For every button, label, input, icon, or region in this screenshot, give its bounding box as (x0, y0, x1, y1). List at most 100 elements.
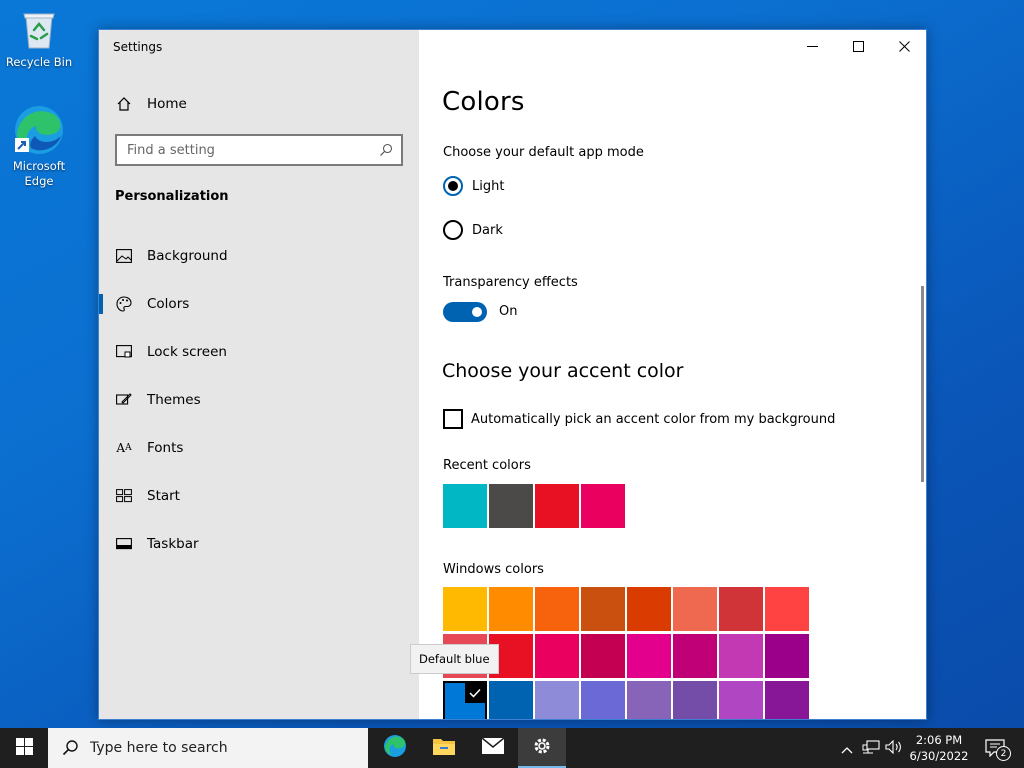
checkmark-icon (465, 683, 485, 703)
section-heading: Personalization (115, 189, 229, 204)
sidebar-item-label: Home (147, 96, 187, 112)
clock-time: 2:06 PM (915, 733, 963, 747)
windows-color-swatch[interactable] (489, 587, 533, 631)
sidebar-item-fonts[interactable]: AA Fonts (99, 428, 419, 468)
search-icon[interactable] (379, 143, 393, 157)
recent-color-swatch[interactable] (489, 484, 533, 528)
themes-icon (115, 391, 133, 409)
sidebar-item-start[interactable]: Start (99, 476, 419, 516)
transparency-toggle[interactable] (443, 302, 487, 322)
windows-logo-icon (15, 737, 33, 759)
tray-network-button[interactable] (860, 728, 882, 768)
scrollbar-thumb[interactable] (921, 286, 924, 482)
find-setting-search[interactable] (115, 134, 403, 166)
sidebar-item-label: Start (147, 488, 180, 504)
sidebar-item-label: Colors (147, 296, 190, 312)
chevron-up-icon (841, 739, 853, 758)
edge-icon (13, 104, 65, 156)
checkbox-label: Automatically pick an accent color from … (471, 411, 836, 427)
taskbar-search-input[interactable] (90, 740, 340, 756)
windows-color-swatch[interactable] (489, 681, 533, 719)
windows-color-swatch[interactable] (627, 681, 671, 719)
mail-icon (481, 737, 505, 759)
windows-color-swatch[interactable] (673, 681, 717, 719)
desktop-icon-label: Microsoft Edge (12, 159, 66, 188)
color-tooltip: Default blue (410, 644, 499, 674)
edge-icon (383, 734, 407, 762)
notification-center-button[interactable]: 2 (980, 728, 1011, 768)
accent-heading: Choose your accent color (442, 360, 684, 382)
taskbar-icon (115, 535, 133, 553)
window-title: Settings (113, 40, 163, 54)
app-mode-label: Choose your default app mode (443, 145, 644, 160)
radio-light-circle[interactable] (443, 176, 463, 196)
recent-color-swatch[interactable] (581, 484, 625, 528)
windows-color-swatch[interactable] (765, 634, 809, 678)
clock-date: 6/30/2022 (909, 749, 969, 763)
palette-icon (115, 295, 133, 313)
settings-window: Settings Home Personalization Background (98, 29, 927, 720)
fonts-icon: AA (116, 441, 132, 455)
taskbar-search[interactable] (48, 728, 368, 768)
sidebar-item-home[interactable]: Home (99, 84, 419, 124)
sidebar-item-label: Taskbar (147, 536, 199, 552)
recycle-bin-icon (17, 8, 61, 52)
desktop-icon-recycle-bin[interactable]: Recycle Bin (1, 8, 77, 70)
windows-color-swatch[interactable] (719, 681, 763, 719)
windows-color-swatch[interactable] (719, 587, 763, 631)
windows-color-swatch[interactable] (581, 681, 625, 719)
radio-dark-circle[interactable] (443, 220, 463, 240)
taskbar-app-settings[interactable] (518, 728, 566, 768)
taskbar-app-file-explorer[interactable] (420, 728, 468, 768)
taskbar-app-mail[interactable] (469, 728, 517, 768)
sidebar: Settings Home Personalization Background (99, 30, 419, 719)
desktop-icon-label: Recycle Bin (5, 55, 73, 69)
checkbox-box[interactable] (443, 409, 463, 429)
windows-color-swatch[interactable] (627, 634, 671, 678)
sidebar-item-colors[interactable]: Colors (99, 284, 419, 324)
content-pane: Colors Choose your default app mode Ligh… (419, 30, 926, 719)
windows-color-swatch[interactable] (581, 634, 625, 678)
windows-color-swatch[interactable] (765, 681, 809, 719)
start-button[interactable] (0, 728, 48, 768)
windows-color-swatch[interactable] (535, 587, 579, 631)
find-setting-input[interactable] (117, 142, 379, 158)
recent-colors-label: Recent colors (443, 458, 531, 473)
notification-icon: 2 (985, 739, 1011, 761)
radio-light[interactable]: Light (443, 176, 504, 196)
sidebar-item-label: Themes (147, 392, 201, 408)
sidebar-item-taskbar[interactable]: Taskbar (99, 524, 419, 564)
auto-pick-checkbox[interactable]: Automatically pick an accent color from … (443, 409, 835, 429)
sidebar-item-label: Background (147, 248, 228, 264)
windows-color-swatch[interactable] (673, 587, 717, 631)
windows-color-swatch[interactable] (673, 634, 717, 678)
network-icon (862, 739, 880, 758)
page-title: Colors (442, 87, 525, 117)
tray-overflow-button[interactable] (838, 728, 856, 768)
notification-count: 2 (996, 746, 1011, 761)
desktop-icon-edge[interactable]: Microsoft Edge (1, 104, 77, 189)
windows-color-swatch[interactable] (719, 634, 763, 678)
background-icon (115, 247, 133, 265)
taskbar-app-edge[interactable] (371, 728, 419, 768)
recent-color-swatch[interactable] (443, 484, 487, 528)
windows-color-swatch[interactable] (443, 681, 487, 719)
taskbar: 2:06 PM 6/30/2022 2 (0, 728, 1024, 768)
windows-color-swatch[interactable] (765, 587, 809, 631)
windows-color-swatch[interactable] (581, 587, 625, 631)
windows-color-swatch[interactable] (535, 681, 579, 719)
windows-color-swatch[interactable] (535, 634, 579, 678)
sidebar-item-background[interactable]: Background (99, 236, 419, 276)
windows-color-swatch[interactable] (443, 587, 487, 631)
radio-dark[interactable]: Dark (443, 220, 503, 240)
toggle-state-label: On (499, 304, 518, 319)
radio-label: Dark (472, 222, 503, 238)
sidebar-item-themes[interactable]: Themes (99, 380, 419, 420)
windows-color-swatch[interactable] (627, 587, 671, 631)
sidebar-item-lock-screen[interactable]: Lock screen (99, 332, 419, 372)
taskbar-clock[interactable]: 2:06 PM 6/30/2022 (898, 732, 980, 764)
file-explorer-icon (432, 736, 456, 760)
home-icon (115, 95, 133, 113)
radio-label: Light (472, 178, 505, 194)
recent-color-swatch[interactable] (535, 484, 579, 528)
